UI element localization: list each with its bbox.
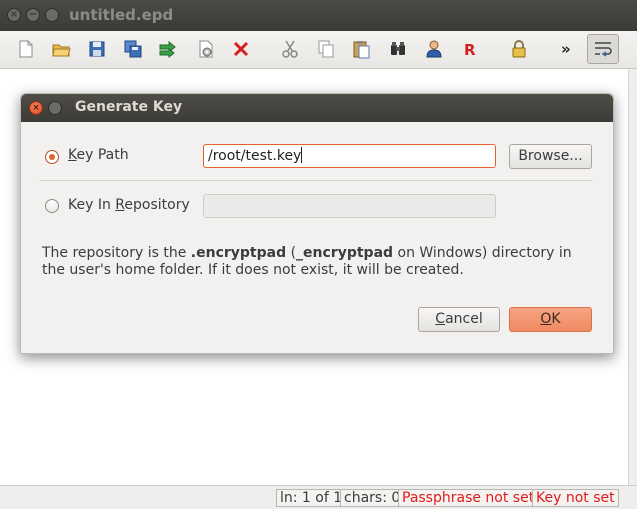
binoculars-icon[interactable] <box>388 39 408 59</box>
toolbar: R » <box>0 31 637 69</box>
status-line: ln: 1 of 1 <box>276 489 347 507</box>
dialog-minimize-button[interactable] <box>48 101 62 115</box>
close-icon: × <box>9 9 19 20</box>
wrap-button[interactable] <box>587 34 619 64</box>
generate-key-dialog: × Generate Key Key Path /root/test.key B… <box>20 93 614 354</box>
dialog-titlebar: × Generate Key <box>21 94 613 122</box>
dialog-title: Generate Key <box>75 99 183 115</box>
status-bar: ln: 1 of 1 chars: 0 Passphrase not set K… <box>0 485 637 509</box>
save-as-icon[interactable] <box>123 39 143 59</box>
cancel-button[interactable]: Cancel <box>418 307 500 332</box>
wrap-icon <box>595 42 612 57</box>
ok-button[interactable]: OK <box>509 307 592 332</box>
settings-icon[interactable] <box>196 39 216 59</box>
toolbar-more-icon[interactable]: » <box>561 40 571 58</box>
window-minimize-button[interactable]: − <box>26 8 40 22</box>
key-repo-radio[interactable] <box>45 199 59 213</box>
window-maximize-button[interactable] <box>45 8 59 22</box>
lock-icon[interactable] <box>509 39 529 59</box>
svg-text:R: R <box>464 41 476 59</box>
status-chars: chars: 0 <box>340 489 405 507</box>
close-icon: × <box>32 103 40 113</box>
key-path-label[interactable]: Key Path <box>68 147 129 163</box>
key-path-radio[interactable] <box>45 150 59 164</box>
copy-icon[interactable] <box>316 39 336 59</box>
browse-button[interactable]: Browse... <box>509 144 592 169</box>
save-icon[interactable] <box>87 39 107 59</box>
user-icon[interactable] <box>424 39 444 59</box>
vertical-scrollbar[interactable] <box>628 69 637 485</box>
key-path-input[interactable]: /root/test.key <box>203 144 496 168</box>
window-title: untitled.epd <box>69 6 174 24</box>
window-close-button[interactable]: × <box>7 8 21 22</box>
status-passphrase: Passphrase not set <box>398 489 539 507</box>
r-icon[interactable]: R <box>460 39 480 59</box>
separator <box>39 180 593 181</box>
dialog-close-button[interactable]: × <box>29 101 43 115</box>
key-repo-label[interactable]: Key In Repository <box>68 197 190 213</box>
delete-icon[interactable] <box>231 39 251 59</box>
new-file-icon[interactable] <box>16 39 36 59</box>
window-titlebar: × − untitled.epd <box>0 0 637 31</box>
open-folder-icon[interactable] <box>51 39 71 59</box>
key-repo-input <box>203 194 496 218</box>
cut-icon[interactable] <box>280 39 300 59</box>
paste-icon[interactable] <box>351 39 371 59</box>
export-icon[interactable] <box>158 39 178 59</box>
minimize-icon: − <box>28 9 38 20</box>
repository-info-text: The repository is the .encryptpad (_encr… <box>42 245 572 278</box>
status-key: Key not set <box>532 489 619 507</box>
